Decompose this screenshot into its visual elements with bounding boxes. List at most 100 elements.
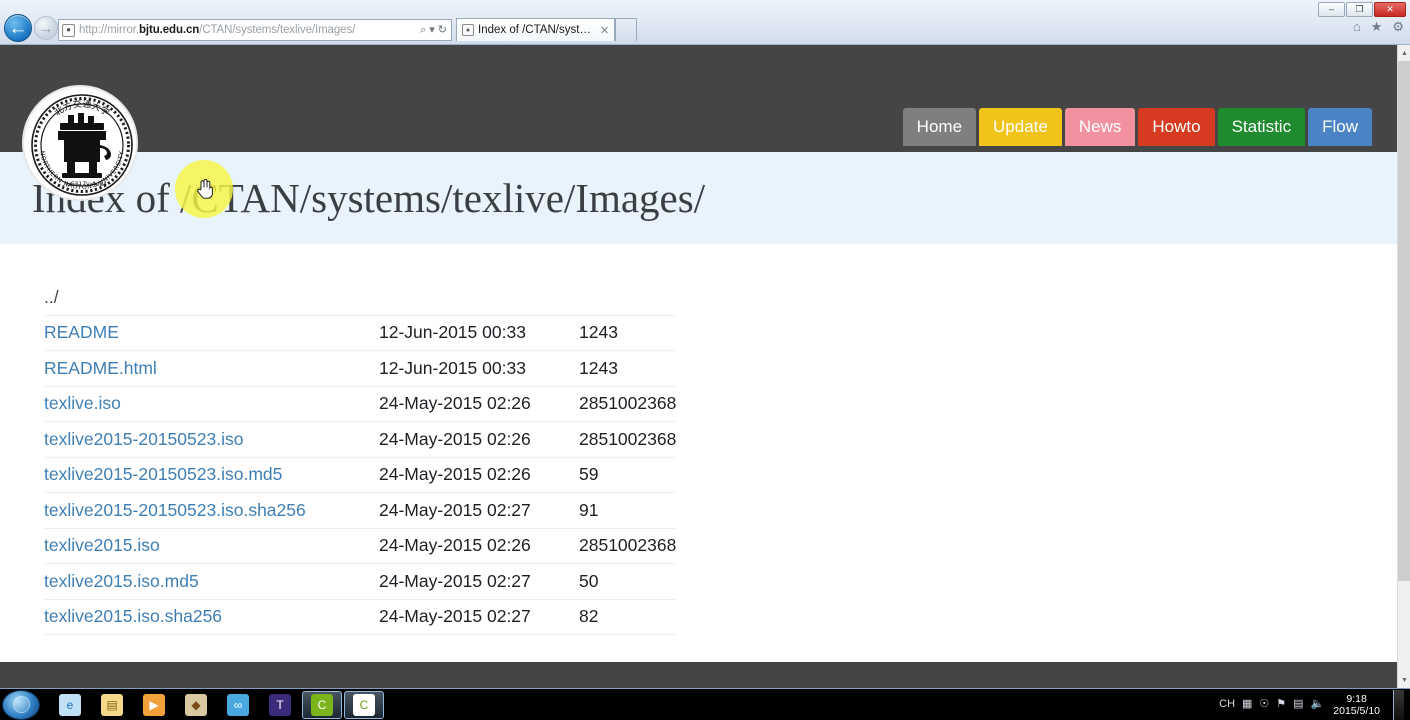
table-row[interactable]: texlive2015.iso.sha256 24-May-2015 02:27 8… [44,599,677,635]
navigation-arrows: ← → [4,14,58,42]
table-row[interactable]: texlive.iso 24-May-2015 02:26 2851002368 [44,386,677,422]
table-row[interactable]: texlive2015.iso 24-May-2015 02:26 28510023… [44,528,677,564]
restore-button[interactable]: ❐ [1346,2,1373,17]
file-link[interactable]: texlive2015-20150523.iso [44,429,243,449]
clock[interactable]: 9:18 2015/5/10 [1331,693,1386,717]
taskbar-item-internet-explorer[interactable]: e [50,691,90,719]
network-tool-icon: ∞ [227,693,249,716]
cell-filename[interactable]: texlive2015-20150523.iso [44,421,379,458]
browser-tab[interactable]: ● Index of /CTAN/systems... ✕ [456,18,616,41]
address-bar[interactable]: ● http://mirror.bjtu.edu.cn/CTAN/systems… [58,19,452,41]
nav-label: Howto [1152,117,1201,136]
table-row[interactable]: texlive2015-20150523.iso 24-May-2015 02:2… [44,421,677,458]
browser-chrome: – ❐ ✕ ← → ● http://mirror.bjtu.edu.cn/CT… [0,0,1410,45]
camtasia-studio-icon: C [311,693,333,716]
cell-size: 1243 [579,315,677,351]
screen: – ❐ ✕ ← → ● http://mirror.bjtu.edu.cn/CT… [0,0,1410,720]
table-row[interactable]: README 12-Jun-2015 00:33 1243 [44,315,677,351]
title-band: Index of /CTAN/systems/texlive/Images/ [0,152,1397,244]
windows-logo-icon [12,696,30,713]
nav-item-statistic[interactable]: Statistic [1217,108,1306,146]
chevron-down-icon[interactable]: ▾ [429,24,435,36]
seal-graphic: \u5317\u4ea4 北方交通大学 NORTHERN JIAOTONG UN… [27,90,136,199]
close-icon[interactable]: ✕ [600,24,609,37]
url-host: bjtu.edu.cn [138,24,200,36]
ime-language-icon[interactable]: CH [1219,699,1235,710]
file-table: ../ README 12-Jun-2015 00:33 1243 README.ht… [44,280,677,635]
file-link[interactable]: README [44,322,119,342]
file-link[interactable]: texlive2015.iso.sha256 [44,606,222,626]
refresh-icon[interactable]: ↻ [438,24,447,36]
cell-date: 24-May-2015 02:27 [379,492,579,529]
taskbar-items: e ▤ ▶ ◆ ∞ T C C [50,690,384,719]
tab-title: Index of /CTAN/systems... [478,24,596,36]
cell-date: 12-Jun-2015 00:33 [379,315,579,351]
nav-item-update[interactable]: Update [979,108,1062,146]
nav-item-howto[interactable]: Howto [1138,108,1215,146]
taskbar-item-camtasia-studio[interactable]: C [302,690,342,719]
start-button[interactable] [2,689,40,720]
network-icon[interactable]: ▤ [1293,699,1303,710]
page-viewport: \u5317\u4ea4 北方交通大学 NORTHERN JIAOTONG UN… [0,45,1397,688]
ime-icon[interactable]: ▦ [1242,699,1252,710]
taskbar-item-adobe-reader[interactable]: ◆ [176,691,216,719]
taskbar-item-windows-explorer[interactable]: ▤ [92,691,132,719]
minimize-button[interactable]: – [1318,2,1345,17]
file-link[interactable]: texlive2015.iso [44,535,160,555]
cell-filename[interactable]: texlive2015.iso.sha256 [44,599,379,635]
home-icon[interactable]: ⌂ [1353,20,1361,33]
cell-filename[interactable]: README.html [44,350,379,387]
help-icon[interactable]: ☉ [1259,699,1269,710]
search-icon[interactable]: ⌕ [420,24,426,36]
taskbar-item-camtasia-recorder[interactable]: C [344,690,384,719]
scrollbar-thumb[interactable] [1398,61,1410,581]
file-link[interactable]: texlive.iso [44,393,121,413]
taskbar-item-tex-application[interactable]: T [260,691,300,719]
table-row-parent[interactable]: ../ [44,280,677,316]
cell-size: 59 [579,457,677,493]
address-text[interactable]: http://mirror.bjtu.edu.cn/CTAN/systems/t… [75,24,420,36]
cell-filename[interactable]: texlive.iso [44,386,379,422]
file-link[interactable]: texlive2015-20150523.iso.md5 [44,464,282,484]
cell-filename[interactable]: texlive2015-20150523.iso.md5 [44,457,379,493]
vertical-scrollbar[interactable]: ▲ ▼ [1397,45,1410,688]
cell-filename[interactable]: texlive2015.iso [44,528,379,564]
cell-size: 91 [579,492,677,529]
close-button[interactable]: ✕ [1374,2,1406,17]
table-row[interactable]: texlive2015.iso.md5 24-May-2015 02:27 50 [44,563,677,600]
file-link[interactable]: texlive2015-20150523.iso.sha256 [44,500,306,520]
cell-date: 24-May-2015 02:26 [379,386,579,422]
site-navigation: Home Update News Howto Statistic Flow [902,108,1372,146]
nav-item-home[interactable]: Home [902,108,977,146]
nav-item-flow[interactable]: Flow [1308,108,1372,146]
cell-size: 82 [579,599,677,635]
new-tab-button[interactable] [615,18,638,41]
taskbar-item-network-tool[interactable]: ∞ [218,691,258,719]
chevron-up-icon[interactable]: ▲ [1398,45,1410,61]
nav-item-news[interactable]: News [1064,108,1136,146]
taskbar-item-media-player[interactable]: ▶ [134,691,174,719]
file-link[interactable]: README.html [44,358,157,378]
cell-date: 24-May-2015 02:26 [379,421,579,458]
gear-icon[interactable]: ⚙ [1392,20,1404,33]
cell-filename[interactable]: texlive2015-20150523.iso.sha256 [44,492,379,529]
back-arrow-icon[interactable]: ← [4,14,32,42]
table-row[interactable]: texlive2015-20150523.iso.md5 24-May-2015 … [44,457,677,493]
tex-application-icon: T [269,693,291,716]
page-title: Index of /CTAN/systems/texlive/Images/ [32,175,706,221]
northern-jiaotong-university-seal[interactable]: \u5317\u4ea4 北方交通大学 NORTHERN JIAOTONG UN… [22,85,138,201]
table-row[interactable]: texlive2015-20150523.iso.sha256 24-May-20… [44,492,677,529]
star-icon[interactable]: ★ [1371,20,1383,33]
chevron-down-icon[interactable]: ▼ [1398,672,1410,688]
action-center-icon[interactable]: ⚑ [1276,699,1286,710]
show-desktop-button[interactable] [1393,689,1404,720]
volume-icon[interactable]: 🔈 [1311,699,1325,710]
windows-explorer-icon: ▤ [101,693,123,716]
cell-filename[interactable]: README [44,315,379,351]
table-row[interactable]: README.html 12-Jun-2015 00:33 1243 [44,350,677,387]
parent-directory-link[interactable]: ../ [44,280,379,316]
forward-arrow-icon[interactable]: → [34,16,58,40]
file-link[interactable]: texlive2015.iso.md5 [44,571,199,591]
cell-filename[interactable]: texlive2015.iso.md5 [44,563,379,600]
cell-date: 24-May-2015 02:27 [379,563,579,600]
